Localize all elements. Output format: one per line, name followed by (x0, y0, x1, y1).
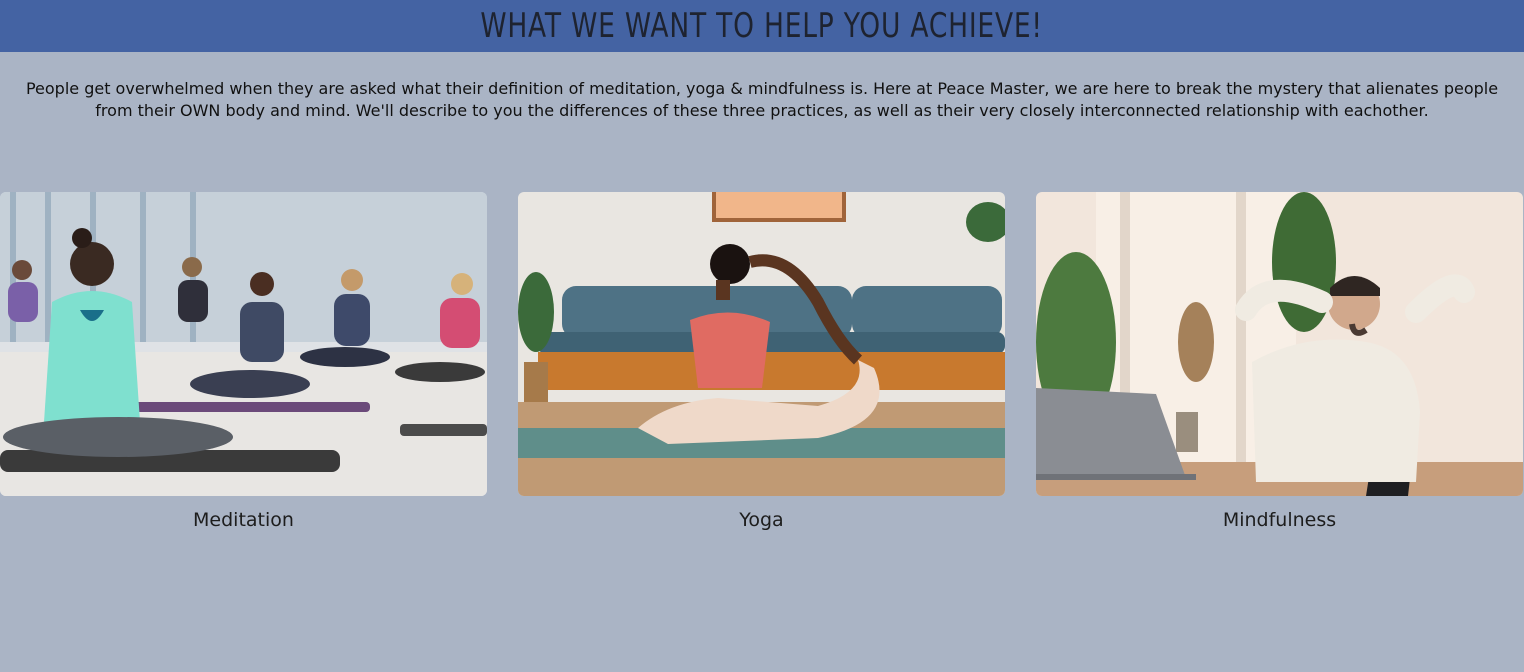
meditation-image[interactable] (0, 192, 487, 496)
yoga-illustration (518, 192, 1005, 496)
intro-paragraph: People get overwhelmed when they are ask… (25, 79, 1499, 120)
card-mindfulness[interactable]: Mindfulness (1036, 192, 1523, 531)
yoga-image[interactable] (518, 192, 1005, 496)
card-label-mindfulness: Mindfulness (1222, 509, 1337, 531)
page-banner: WHAT WE WANT TO HELP YOU ACHIEVE! (0, 0, 1524, 52)
page-title: WHAT WE WANT TO HELP YOU ACHIEVE! (480, 6, 1044, 46)
card-yoga[interactable]: Yoga (518, 192, 1005, 531)
mindfulness-illustration (1036, 192, 1523, 496)
card-meditation[interactable]: Meditation (0, 192, 487, 531)
card-label-yoga: Yoga (739, 509, 784, 531)
mindfulness-image[interactable] (1036, 192, 1523, 496)
meditation-illustration (0, 192, 487, 496)
card-label-meditation: Meditation (193, 509, 294, 531)
